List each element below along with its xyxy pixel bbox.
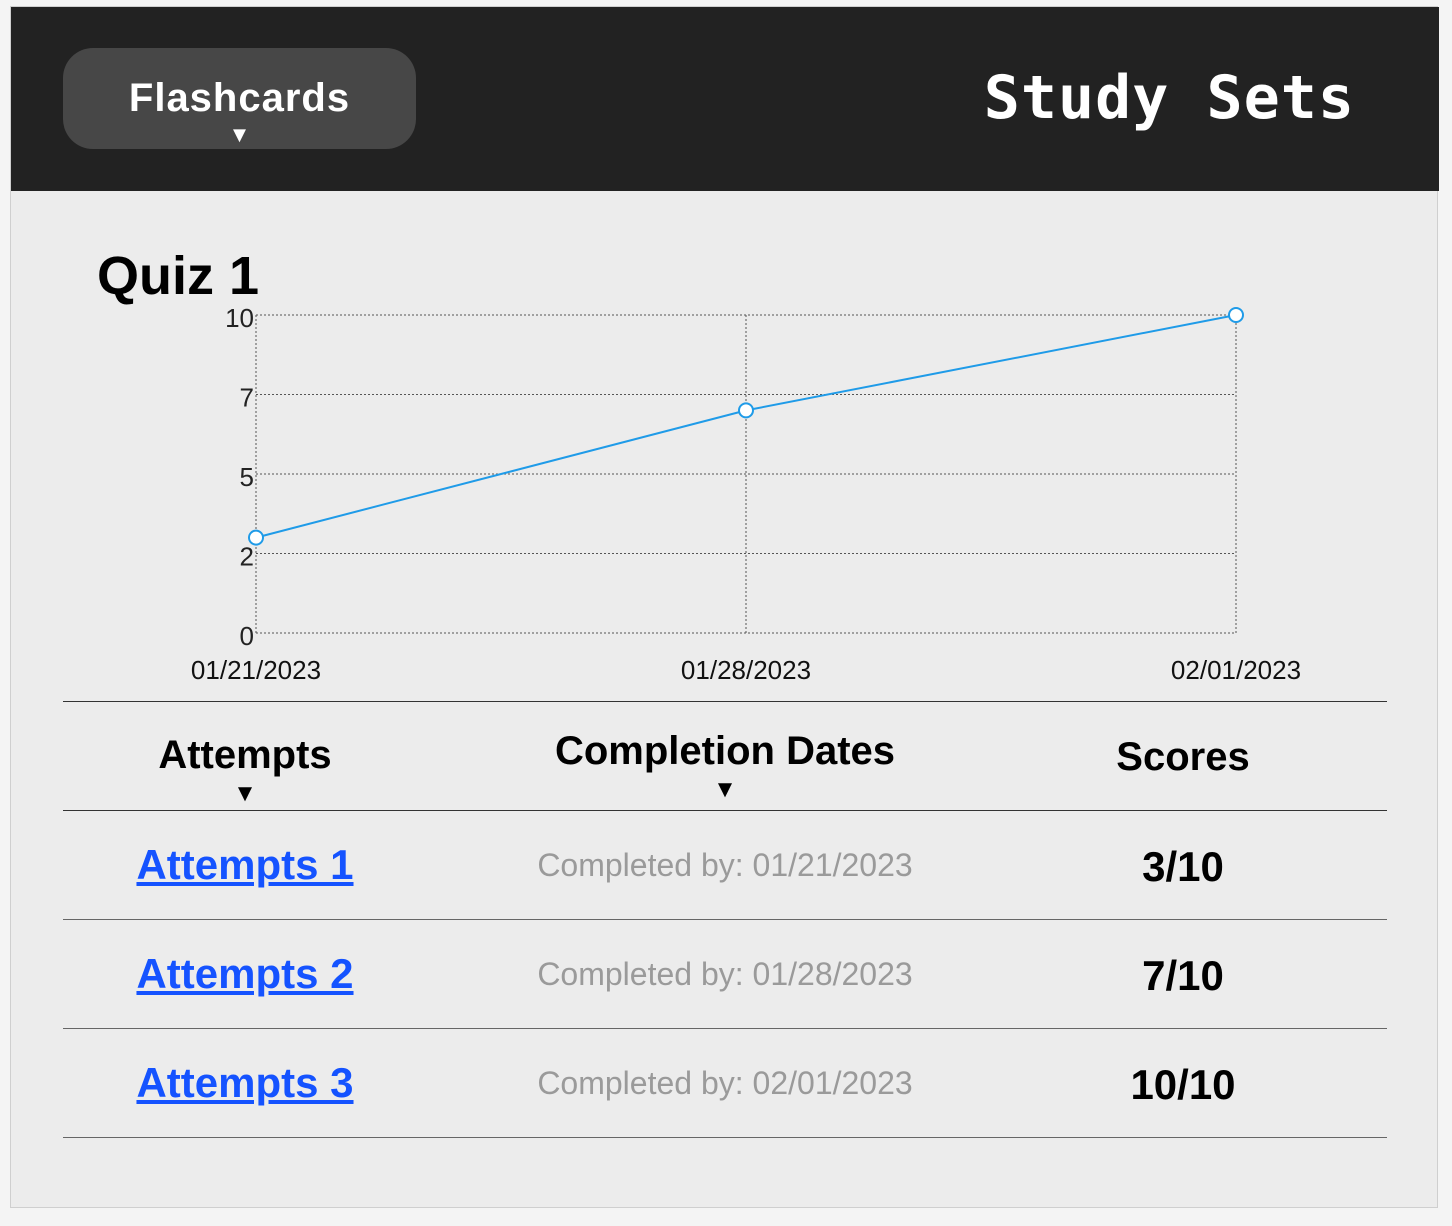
score-value: 3/10 <box>1142 843 1224 890</box>
chevron-down-icon: ▼ <box>228 122 251 147</box>
attempts-column-header[interactable]: Attempts ▼ <box>105 733 385 806</box>
sort-down-icon: ▼ <box>713 776 737 803</box>
x-tick-label: 02/01/2023 <box>1171 655 1301 685</box>
flashcards-dropdown-button[interactable]: Flashcards ▼ <box>63 48 416 149</box>
table-row: Attempts 1 <box>85 841 405 889</box>
x-tick-label: 01/28/2023 <box>681 655 811 685</box>
y-tick-label: 7 <box>240 383 254 413</box>
app-frame: Flashcards ▼ Study Sets Quiz 1 0 2 5 7 10 01/… <box>10 6 1439 1208</box>
data-point <box>248 529 264 546</box>
y-tick-label: 10 <box>225 303 254 333</box>
score-value: 10/10 <box>1130 1061 1236 1108</box>
y-tick-label: 0 <box>240 621 254 651</box>
y-tick-label: 5 <box>240 462 254 492</box>
score-value: 7/10 <box>1142 952 1224 999</box>
x-tick-label: 01/21/2023 <box>191 655 321 685</box>
header-divider <box>63 810 1387 811</box>
attempt-link[interactable]: Attempts 1 <box>136 841 353 888</box>
data-point <box>1228 307 1244 323</box>
sort-down-icon: ▼ <box>233 780 257 807</box>
completion-date: Completed by: 02/01/2023 <box>537 1065 913 1101</box>
scores-header-label: Scores <box>1116 735 1250 779</box>
top-bar: Flashcards ▼ Study Sets <box>11 7 1439 191</box>
completion-dates-column-header[interactable]: Completion Dates ▼ <box>515 729 935 802</box>
attempt-link[interactable]: Attempts 3 <box>136 1059 353 1106</box>
y-tick-label: 2 <box>240 542 254 572</box>
row-divider <box>63 1028 1387 1029</box>
completion-date: Completed by: 01/28/2023 <box>537 956 913 992</box>
completion-dates-header-label: Completion Dates <box>554 729 896 773</box>
completion-date: Completed by: 01/21/2023 <box>537 847 913 883</box>
row-divider <box>63 919 1387 920</box>
table-row: Attempts 2 <box>85 950 405 998</box>
table-row: Attempts 3 <box>85 1059 405 1107</box>
chart-divider <box>63 701 1387 702</box>
score-line-chart: 0 2 5 7 10 01/21/2023 01/28/2023 02/01/2023 <box>191 303 1301 685</box>
data-point <box>738 402 754 419</box>
scores-column-header: Scores <box>1073 735 1293 780</box>
flashcards-label: Flashcards <box>128 76 351 120</box>
attempt-link[interactable]: Attempts 2 <box>136 950 353 997</box>
row-divider <box>63 1137 1387 1138</box>
attempts-header-label: Attempts <box>158 733 332 777</box>
app-title: Study Sets <box>983 63 1355 133</box>
